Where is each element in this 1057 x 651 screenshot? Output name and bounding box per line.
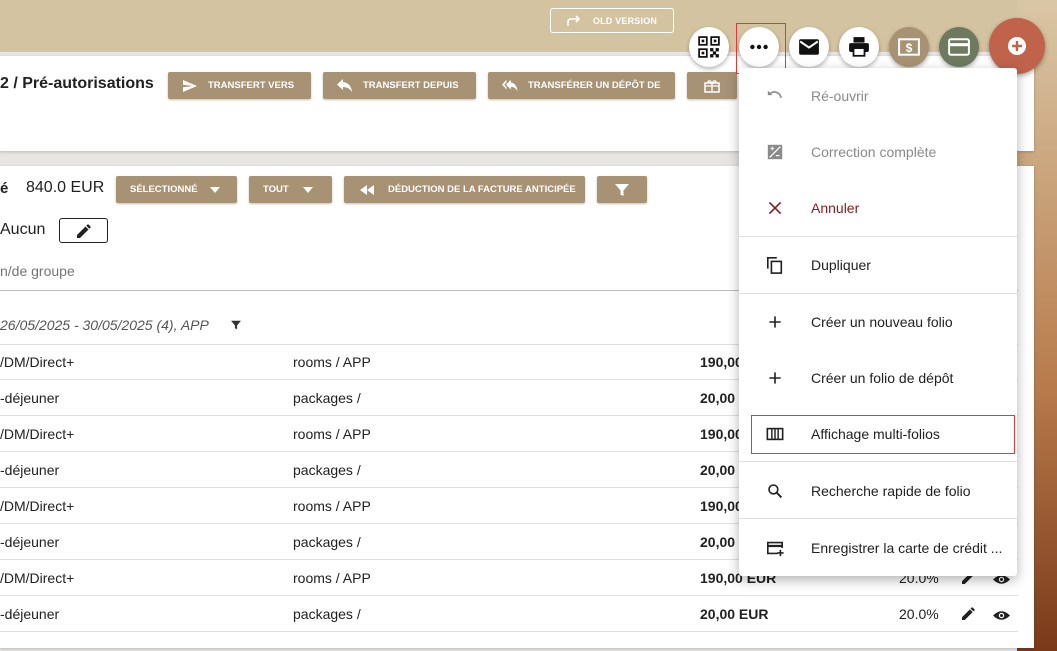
charge-type: rooms / APP <box>293 498 371 514</box>
transfer-from-label: TRANSFERT DEPUIS <box>363 80 459 91</box>
menu-item-reopen[interactable]: Ré-ouvrir <box>739 78 1017 114</box>
gift-icon <box>704 79 720 93</box>
highlight-box <box>751 415 1015 454</box>
eye-icon[interactable] <box>993 608 1010 624</box>
balance-label: é <box>0 180 9 197</box>
all-label: TOUT <box>263 184 289 195</box>
more-actions-menu: Ré-ouvrir Correction complète Annuler Du… <box>739 68 1017 576</box>
charge-description: -déjeuner <box>0 606 60 622</box>
balance-value: 840.0 EUR <box>26 179 105 196</box>
image-edit-icon <box>765 142 785 162</box>
transfer-to-button[interactable]: TRANSFERT VERS <box>168 72 311 99</box>
selected-dropdown-button[interactable]: SÉLECTIONNÉ <box>116 176 237 203</box>
transfer-deposit-button[interactable]: TRANSFÉRER UN DÉPÔT DE <box>488 72 675 99</box>
charge-description: -déjeuner <box>0 462 60 478</box>
charge-description: /DM/Direct+ <box>0 354 75 370</box>
menu-item-duplicate[interactable]: Dupliquer <box>739 247 1017 283</box>
reply-icon <box>337 78 352 92</box>
qr-code-button[interactable] <box>689 27 729 67</box>
group-label: n/de groupe <box>0 263 75 279</box>
menu-divider <box>739 518 1017 519</box>
gift-button[interactable] <box>687 72 737 99</box>
pencil-icon[interactable] <box>962 607 975 623</box>
filter-icon[interactable] <box>231 320 241 330</box>
filter-icon <box>615 183 629 196</box>
plus-icon <box>765 368 785 388</box>
charge-description: -déjeuner <box>0 534 60 550</box>
menu-divider <box>739 293 1017 294</box>
edit-assignment-button[interactable] <box>59 218 108 243</box>
redo-arrow-icon <box>567 14 581 26</box>
charge-type: packages / <box>293 390 361 406</box>
anticipated-deduction-button[interactable]: DÉDUCTION DE LA FACTURE ANTICIPÉE <box>344 176 585 203</box>
charge-tax: 20.0% <box>899 606 939 622</box>
date-range: 26/05/2025 - 30/05/2025 (4), APP <box>0 317 209 333</box>
charge-description: /DM/Direct+ <box>0 498 75 514</box>
copy-icon <box>765 255 785 275</box>
menu-divider <box>739 236 1017 237</box>
charge-description: /DM/Direct+ <box>0 570 75 586</box>
menu-item-cancel[interactable]: Annuler <box>739 190 1017 226</box>
print-button[interactable] <box>839 27 879 67</box>
charge-type: packages / <box>293 534 361 550</box>
menu-item-save-credit-card[interactable]: Enregistrer la carte de crédit ... <box>739 530 1017 566</box>
all-dropdown-button[interactable]: TOUT <box>249 176 332 203</box>
caret-down-icon <box>209 186 220 193</box>
close-icon <box>765 198 785 218</box>
charge-type: rooms / APP <box>293 570 371 586</box>
menu-item-label: Enregistrer la carte de crédit ... <box>811 540 1003 556</box>
reply-all-icon <box>502 79 518 91</box>
old-version-label: OLD VERSION <box>592 15 658 26</box>
add-circle-icon <box>1008 37 1026 55</box>
anticipated-deduction-label: DÉDUCTION DE LA FACTURE ANTICIPÉE <box>388 184 576 195</box>
highlight-box <box>736 23 786 74</box>
transfer-from-button[interactable]: TRANSFERT DEPUIS <box>323 72 476 99</box>
credit-card-button[interactable] <box>939 27 979 67</box>
undo-icon <box>765 86 785 106</box>
charge-description: -déjeuner <box>0 390 60 406</box>
search-icon <box>765 481 785 501</box>
add-card-icon <box>765 538 785 558</box>
charge-amount: 20,00 EUR <box>700 606 769 622</box>
email-button[interactable] <box>789 27 829 67</box>
old-version-button[interactable]: OLD VERSION <box>550 8 674 33</box>
charge-type: rooms / APP <box>293 354 371 370</box>
filter-button[interactable] <box>597 176 647 203</box>
menu-item-new-folio[interactable]: Créer un nouveau folio <box>739 304 1017 340</box>
print-icon <box>849 37 869 57</box>
qr-code-icon <box>698 36 720 58</box>
menu-item-label: Recherche rapide de folio <box>811 483 971 499</box>
plus-icon <box>765 312 785 332</box>
charge-type: packages / <box>293 606 361 622</box>
table-row[interactable]: -déjeuner packages / 20,00 EUR 20.0% <box>0 596 1018 632</box>
menu-divider <box>739 461 1017 462</box>
charge-type: rooms / APP <box>293 426 371 442</box>
menu-item-label: Correction complète <box>811 144 937 160</box>
menu-item-label: Dupliquer <box>811 257 871 273</box>
money-icon: $ <box>898 38 920 56</box>
selected-label: SÉLECTIONNÉ <box>130 184 198 195</box>
menu-item-quick-search[interactable]: Recherche rapide de folio <box>739 473 1017 509</box>
rewind-icon <box>360 184 374 195</box>
menu-item-label: Créer un folio de dépôt <box>811 370 954 386</box>
add-button[interactable] <box>989 18 1045 74</box>
menu-item-full-correction[interactable]: Correction complète <box>739 134 1017 170</box>
email-icon <box>799 39 819 55</box>
transfer-deposit-label: TRANSFÉRER UN DÉPÔT DE <box>528 80 661 91</box>
send-icon <box>183 79 197 92</box>
pencil-icon <box>76 223 91 238</box>
caret-down-icon <box>302 186 313 193</box>
credit-card-icon <box>948 38 970 56</box>
page-title: 2 / Pré-autorisations <box>0 75 154 92</box>
menu-item-deposit-folio[interactable]: Créer un folio de dépôt <box>739 360 1017 396</box>
svg-text:$: $ <box>906 41 913 55</box>
charge-description: /DM/Direct+ <box>0 426 75 442</box>
menu-item-label: Créer un nouveau folio <box>811 314 953 330</box>
payment-button[interactable]: $ <box>889 27 929 67</box>
transfer-to-label: TRANSFERT VERS <box>208 80 295 91</box>
assignment-value: Aucun <box>0 221 46 238</box>
menu-item-label: Annuler <box>811 200 860 216</box>
charge-type: packages / <box>293 462 361 478</box>
menu-item-label: Ré-ouvrir <box>811 88 869 104</box>
